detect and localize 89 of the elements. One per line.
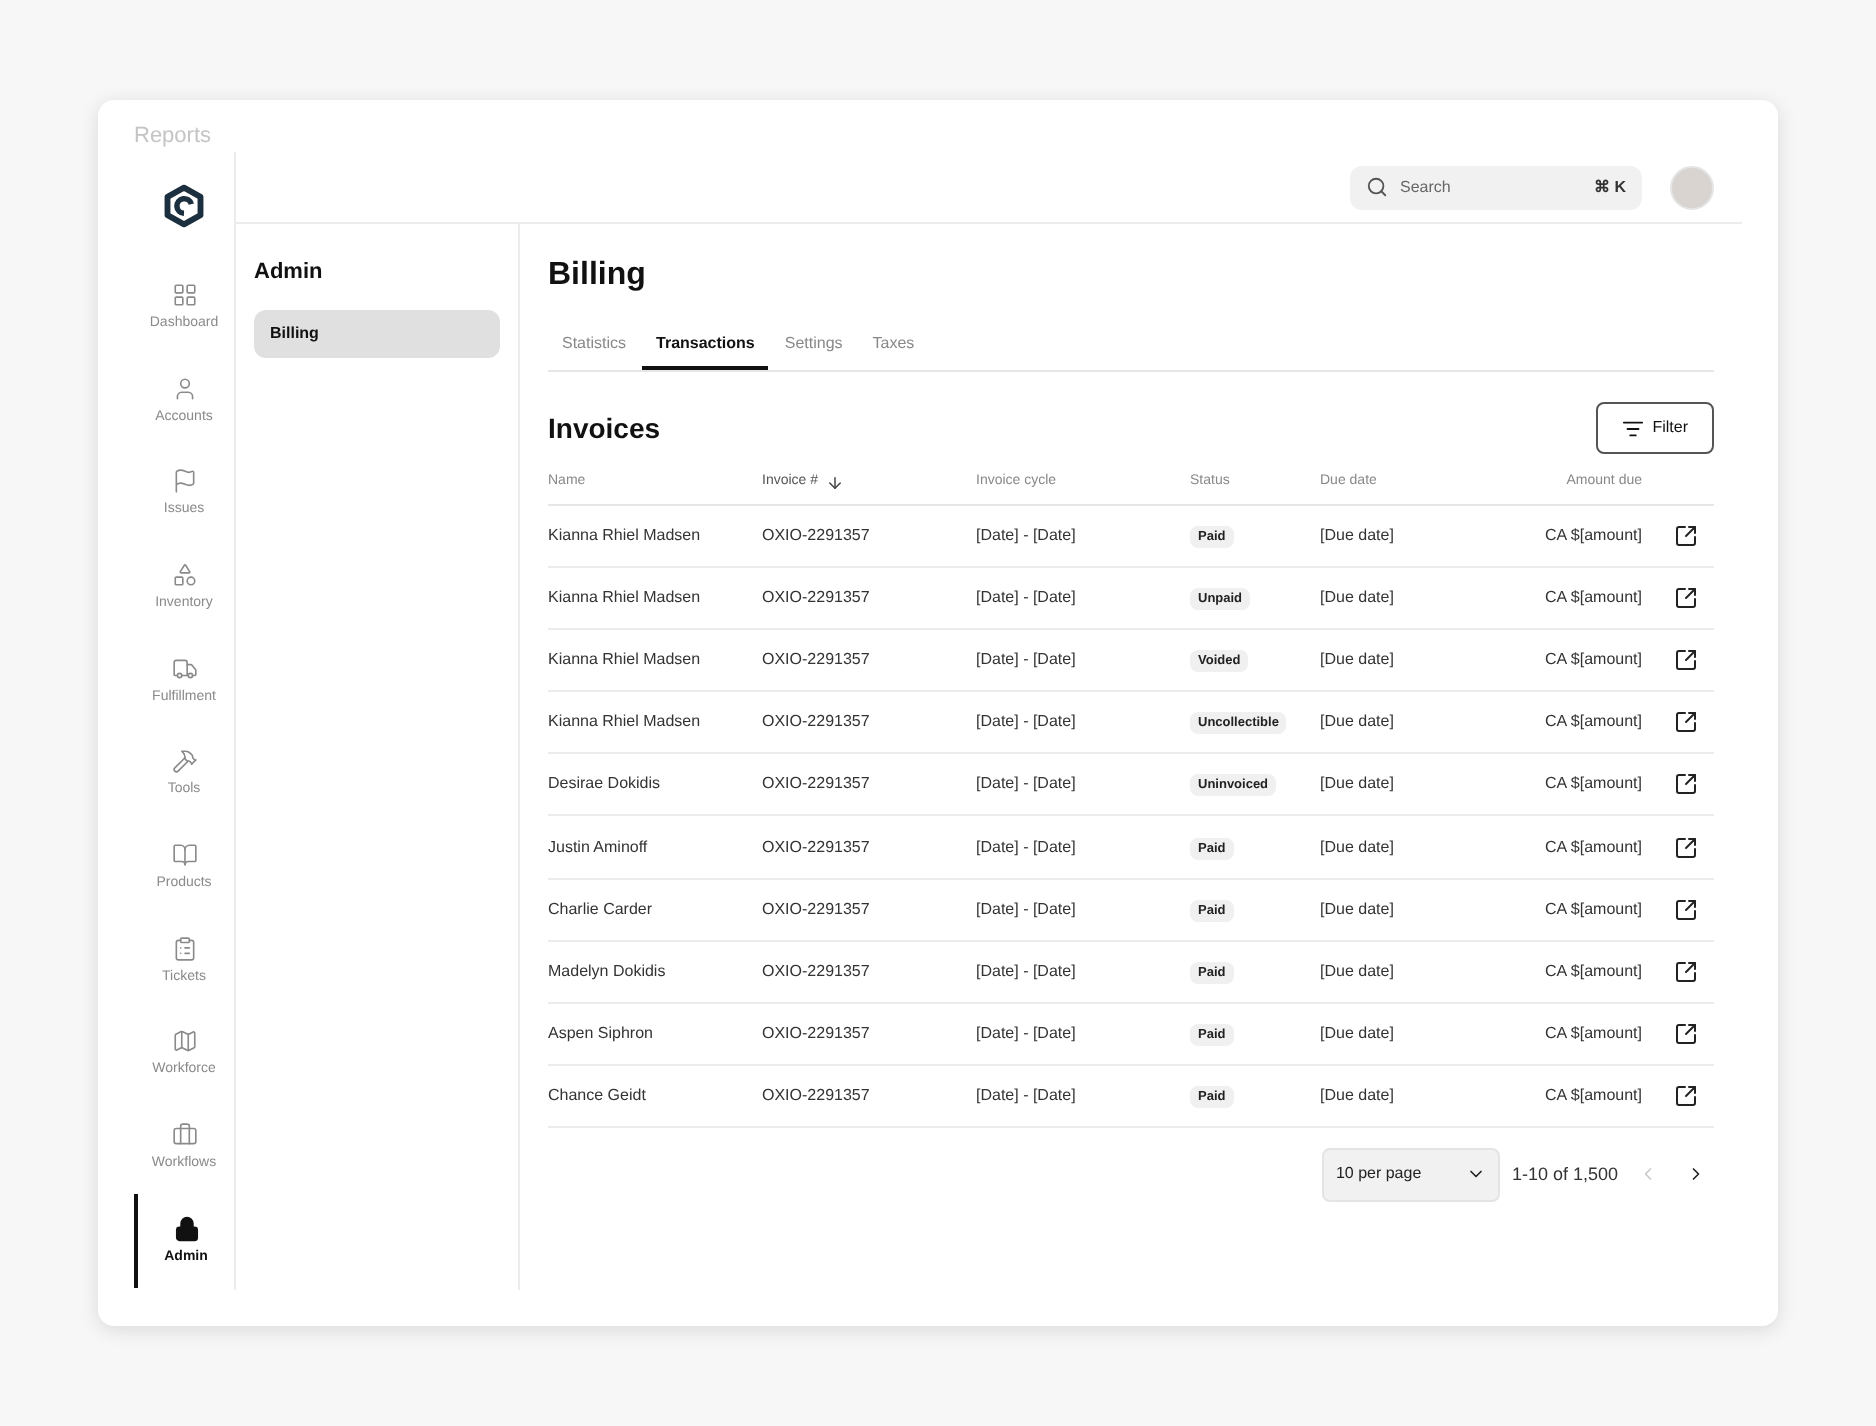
table-cell-text: CA $[amount] [1543, 524, 1642, 549]
shortcut-hint: ⌘ K [1594, 175, 1626, 199]
external-link-icon[interactable] [1674, 835, 1698, 860]
table-cell-text: CA $[amount] [1543, 835, 1642, 860]
table-cell-text: [Date] - [Date] [976, 710, 1078, 735]
filter-button[interactable]: Filter [1596, 402, 1714, 454]
external-link-icon[interactable] [1674, 1083, 1698, 1108]
table-cell-text: OXIO-2291357 [762, 897, 872, 922]
briefcase-icon [171, 1122, 197, 1149]
section-title: Admin [254, 258, 325, 288]
tab[interactable]: Transactions [642, 320, 769, 370]
table-cell-text: Chance Geidt [548, 1083, 648, 1108]
table-cell-text: [Due date] [1320, 1083, 1396, 1108]
table-cell-text: [Date] - [Date] [976, 524, 1078, 549]
table-cell-text: [Date] - [Date] [976, 772, 1078, 797]
table-cell-text: [Date] - [Date] [976, 648, 1078, 673]
table-cell-text: Kianna Rhiel Madsen [548, 586, 703, 611]
clipboard-icon [171, 935, 197, 962]
table-cell-text: CA $[amount] [1543, 586, 1642, 611]
table-cell-text: OXIO-2291357 [762, 959, 872, 984]
breadcrumb: Reports [134, 122, 212, 152]
external-link-icon[interactable] [1674, 586, 1698, 611]
external-link-icon[interactable] [1674, 648, 1698, 673]
truck-icon [171, 655, 197, 682]
table-cell-text: [Due date] [1320, 1021, 1396, 1046]
table-cell-text: Kianna Rhiel Madsen [548, 648, 703, 673]
table-cell-text: [Due date] [1320, 897, 1396, 922]
shapes-icon [171, 561, 197, 588]
table-cell-text: OXIO-2291357 [762, 835, 872, 860]
table-cell-text: [Due date] [1320, 959, 1396, 984]
table-cell-text: [Date] - [Date] [976, 586, 1078, 611]
sort-arrow-icon[interactable] [826, 474, 845, 492]
lock-icon [173, 1215, 199, 1242]
tab[interactable]: Taxes [858, 320, 929, 370]
external-link-icon[interactable] [1674, 897, 1698, 922]
filter-icon [1622, 417, 1645, 439]
page-title: Billing [548, 256, 648, 296]
table-cell-text: Kianna Rhiel Madsen [548, 710, 703, 735]
table-cell-text: OXIO-2291357 [762, 648, 872, 673]
table-cell-text: [Date] - [Date] [976, 1021, 1078, 1046]
section-heading: Invoices [548, 409, 661, 447]
table-cell-text: OXIO-2291357 [762, 710, 872, 735]
book-icon [171, 841, 197, 868]
section-item[interactable]: Billing [254, 309, 500, 357]
external-link-icon[interactable] [1674, 959, 1698, 984]
table-cell-text: CA $[amount] [1543, 648, 1642, 673]
table-cell-text: Charlie Carder [548, 897, 655, 922]
logo-icon [162, 184, 206, 228]
table-cell-text: [Due date] [1320, 772, 1396, 797]
table-cell-text: OXIO-2291357 [762, 524, 872, 549]
page-range: 1-10 of 1,500 [1511, 1161, 1618, 1188]
table-cell-text: Kianna Rhiel Madsen [548, 524, 703, 549]
table-cell-text: Madelyn Dokidis [548, 959, 668, 984]
external-link-icon[interactable] [1674, 524, 1698, 549]
grid-icon [171, 281, 197, 308]
search-field[interactable]: Search ⌘ K [1350, 165, 1642, 209]
table-cell-text: [Date] - [Date] [976, 897, 1078, 922]
table-cell-text: [Date] - [Date] [976, 835, 1078, 860]
table-cell-text: [Due date] [1320, 710, 1396, 735]
table-cell-text: [Due date] [1320, 524, 1396, 549]
table-cell-text: [Due date] [1320, 835, 1396, 860]
per-page-select[interactable]: 10 per page [1321, 1147, 1500, 1202]
table-cell-text: [Due date] [1320, 586, 1396, 611]
table-cell-text: OXIO-2291357 [762, 1021, 872, 1046]
external-link-icon[interactable] [1674, 710, 1698, 735]
table-cell-text: CA $[amount] [1543, 959, 1642, 984]
table-cell-text: OXIO-2291357 [762, 772, 872, 797]
table-cell-text: CA $[amount] [1543, 1021, 1642, 1046]
map-icon [171, 1028, 197, 1055]
tab[interactable]: Settings [770, 320, 857, 370]
table-cell-text: Aspen Siphron [548, 1021, 655, 1046]
external-link-icon[interactable] [1674, 772, 1698, 797]
external-link-icon[interactable] [1674, 1021, 1698, 1046]
table-cell-text: [Date] - [Date] [976, 959, 1078, 984]
table-cell-text: [Due date] [1320, 648, 1396, 673]
table-cell-text: CA $[amount] [1543, 1083, 1642, 1108]
table-cell-text: [Date] - [Date] [976, 1083, 1078, 1108]
table-cell-text: OXIO-2291357 [762, 1083, 872, 1108]
tab[interactable]: Statistics [548, 320, 641, 370]
table-cell-text: CA $[amount] [1543, 710, 1642, 735]
table-cell-text: OXIO-2291357 [762, 586, 872, 611]
hammer-icon [171, 748, 197, 775]
flag-icon [171, 468, 197, 495]
table-cell-text: CA $[amount] [1543, 897, 1642, 922]
table-cell-text: Desirae Dokidis [548, 772, 663, 797]
user-icon [171, 375, 197, 402]
table-cell-text: CA $[amount] [1543, 772, 1642, 797]
table-cell-text: Justin Aminoff [548, 835, 650, 860]
search-icon [1366, 176, 1388, 198]
